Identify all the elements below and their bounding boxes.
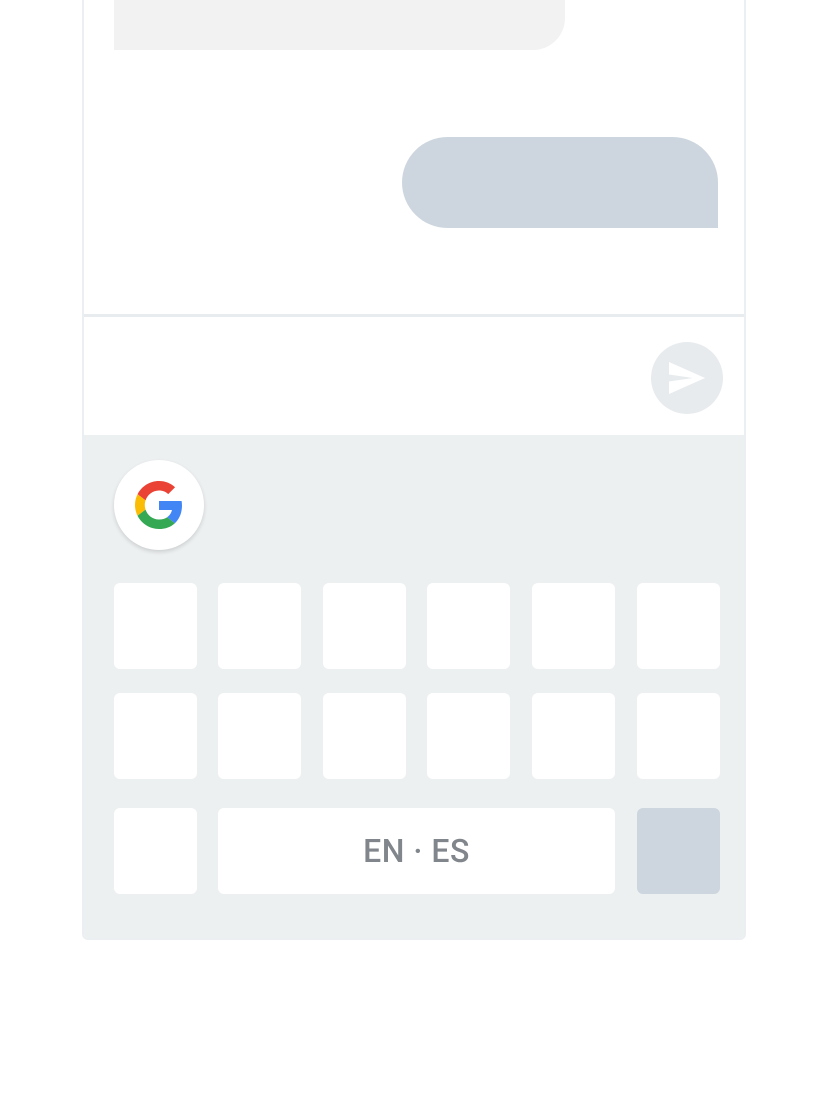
- key[interactable]: [218, 583, 301, 669]
- key[interactable]: [114, 583, 197, 669]
- key[interactable]: [323, 583, 406, 669]
- key[interactable]: [532, 583, 615, 669]
- conversation-area: [84, 0, 744, 314]
- key[interactable]: [323, 693, 406, 779]
- send-button[interactable]: [651, 342, 723, 414]
- send-icon: [669, 362, 705, 394]
- symbols-key[interactable]: [114, 808, 197, 894]
- message-compose-bar[interactable]: [84, 317, 744, 435]
- outgoing-message-bubble: [402, 137, 718, 228]
- google-g-icon: [135, 481, 182, 529]
- space-bar[interactable]: EN · ES: [218, 808, 615, 894]
- key[interactable]: [427, 693, 510, 779]
- key[interactable]: [532, 693, 615, 779]
- gboard-keyboard: EN · ES: [84, 435, 744, 938]
- key[interactable]: [427, 583, 510, 669]
- key[interactable]: [637, 693, 720, 779]
- incoming-message-bubble: [114, 0, 565, 50]
- key[interactable]: [114, 693, 197, 779]
- key[interactable]: [637, 583, 720, 669]
- language-label: EN · ES: [363, 832, 470, 870]
- enter-key[interactable]: [637, 808, 720, 894]
- google-search-button[interactable]: [114, 460, 204, 550]
- key[interactable]: [218, 693, 301, 779]
- phone-screen: EN · ES: [82, 0, 746, 940]
